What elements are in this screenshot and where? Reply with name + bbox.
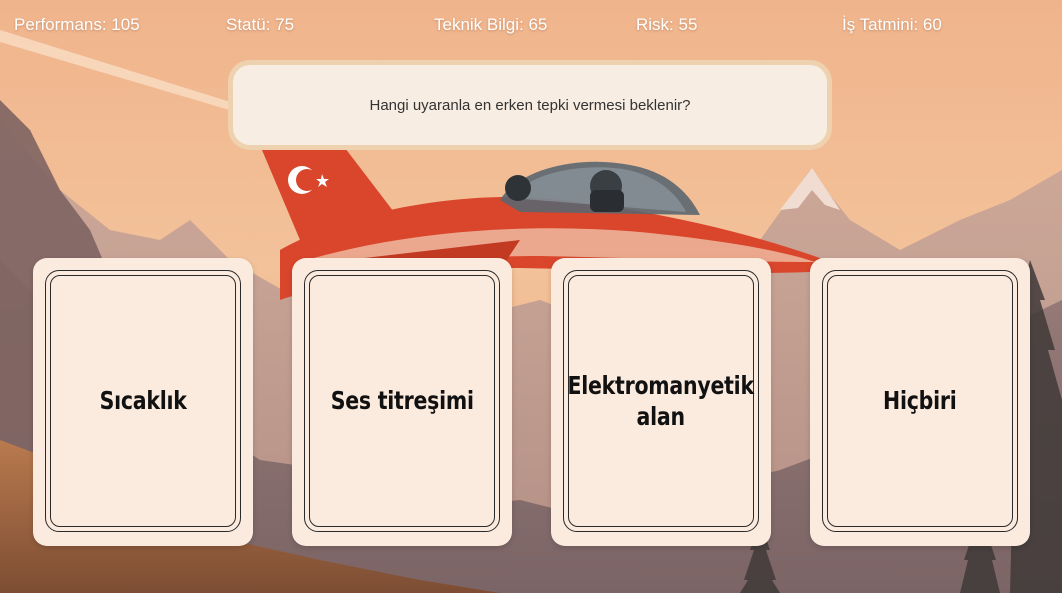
answer-card-1[interactable]: Sıcaklık (33, 258, 253, 546)
card-frame-inner: Sıcaklık (50, 275, 236, 527)
card-frame-inner: Ses titreşimi (309, 275, 495, 527)
answer-label-1: Sıcaklık (99, 386, 187, 416)
answer-card-2[interactable]: Ses titreşimi (292, 258, 512, 546)
card-frame: Hiçbiri (822, 270, 1018, 532)
stat-technical-knowledge: Teknik Bilgi: 65 (434, 15, 548, 34)
question-panel: Hangi uyaranla en erken tepki vermesi be… (228, 60, 832, 150)
stat-job-satisfaction: İş Tatmini: 60 (842, 15, 942, 34)
card-frame: Elektromanyetik alan (563, 270, 759, 532)
answer-card-3[interactable]: Elektromanyetik alan (551, 258, 771, 546)
answer-label-4: Hiçbiri (883, 386, 957, 416)
card-frame-inner: Hiçbiri (827, 275, 1013, 527)
stat-performance: Performans: 105 (14, 15, 140, 34)
answer-label-2: Ses titreşimi (330, 386, 474, 416)
stats-bar: Performans: 105 Statü: 75 Teknik Bilgi: … (0, 0, 1062, 50)
stat-risk: Risk: 55 (636, 15, 698, 34)
answer-label-3: Elektromanyetik alan (567, 370, 755, 431)
card-frame: Sıcaklık (45, 270, 241, 532)
question-text: Hangi uyaranla en erken tepki vermesi be… (369, 96, 691, 114)
card-frame: Ses titreşimi (304, 270, 500, 532)
card-frame-inner: Elektromanyetik alan (568, 275, 754, 527)
stat-status: Statü: 75 (226, 15, 295, 34)
answer-card-4[interactable]: Hiçbiri (810, 258, 1030, 546)
